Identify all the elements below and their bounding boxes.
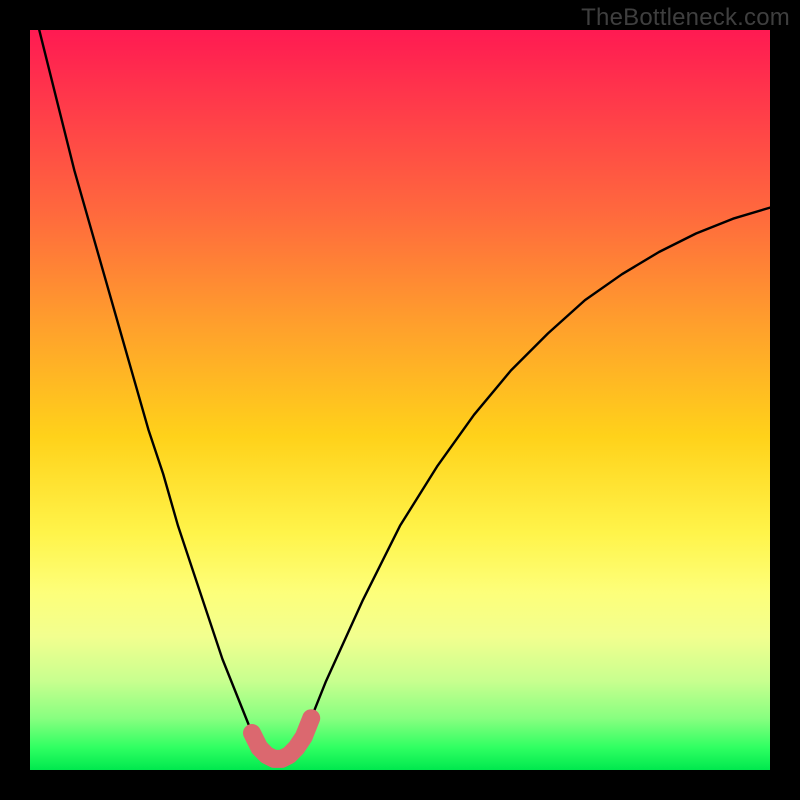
plot-area (30, 30, 770, 770)
bottleneck-curve (30, 30, 770, 770)
chart-frame: TheBottleneck.com (0, 0, 800, 800)
watermark-text: TheBottleneck.com (581, 4, 790, 32)
